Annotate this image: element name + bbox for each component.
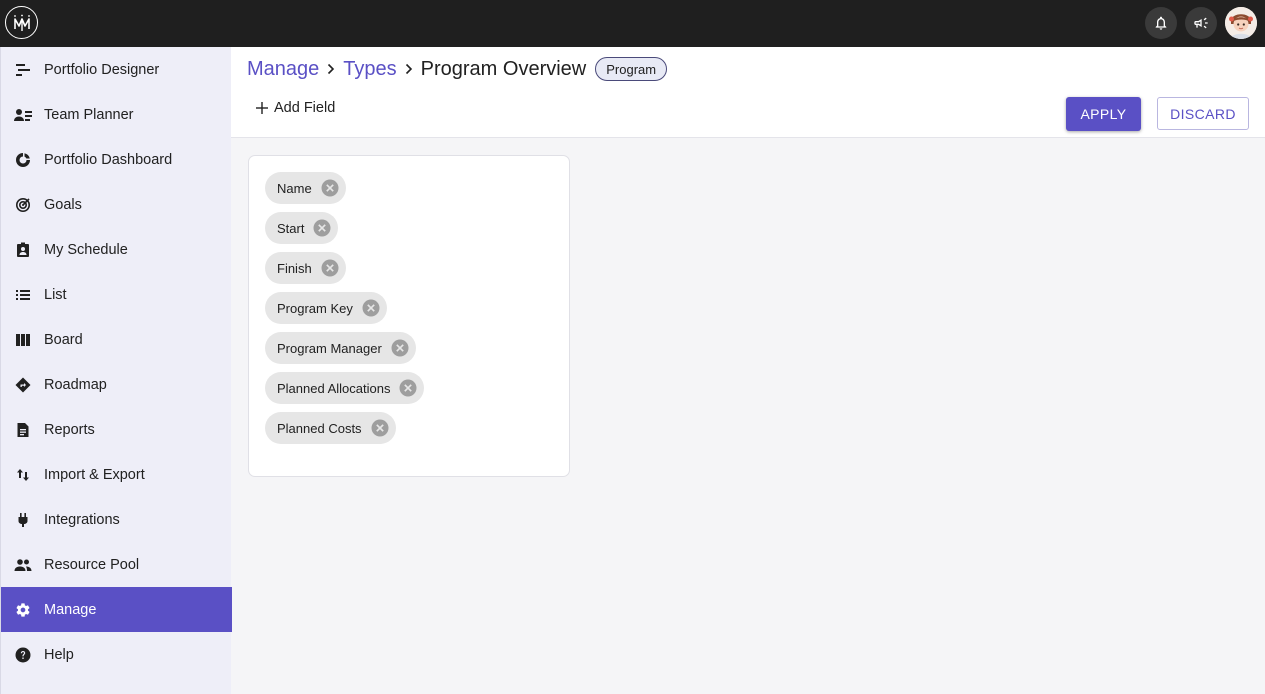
sidebar-item-portfolio-designer[interactable]: Portfolio Designer bbox=[1, 47, 232, 92]
breadcrumb-types[interactable]: Types bbox=[343, 58, 396, 81]
top-bar bbox=[0, 0, 1265, 47]
sidebar-item-label: Portfolio Designer bbox=[44, 61, 160, 78]
field-chip[interactable]: Program Key bbox=[265, 292, 387, 324]
schedule-icon bbox=[14, 241, 32, 259]
sidebar-item-label: Integrations bbox=[44, 511, 120, 528]
remove-icon[interactable] bbox=[398, 378, 418, 398]
breadcrumb-manage[interactable]: Manage bbox=[247, 58, 319, 81]
chevron-right-icon bbox=[404, 63, 414, 75]
people-icon bbox=[14, 556, 32, 574]
field-chip-label: Planned Allocations bbox=[277, 380, 391, 396]
page-header: Manage Types Program Overview Program Ad… bbox=[231, 47, 1265, 138]
field-chip-label: Start bbox=[277, 220, 305, 236]
add-field-button[interactable]: Add Field bbox=[256, 100, 335, 116]
report-icon bbox=[14, 421, 32, 439]
remove-icon[interactable] bbox=[312, 218, 332, 238]
board-icon bbox=[14, 331, 32, 349]
announcements-button[interactable] bbox=[1185, 7, 1217, 39]
sidebar-item-roadmap[interactable]: Roadmap bbox=[1, 362, 232, 407]
team-planner-icon bbox=[14, 106, 32, 124]
plus-icon bbox=[256, 102, 268, 114]
sidebar-item-label: Manage bbox=[44, 601, 97, 618]
sidebar-item-label: List bbox=[44, 286, 67, 303]
sidebar-item-resource-pool[interactable]: Resource Pool bbox=[1, 542, 232, 587]
sidebar-item-my-schedule[interactable]: My Schedule bbox=[1, 227, 232, 272]
apply-button[interactable]: APPLY bbox=[1066, 97, 1141, 131]
sidebar-item-import-export[interactable]: Import & Export bbox=[1, 452, 232, 497]
list-icon bbox=[14, 286, 32, 304]
breadcrumb: Manage Types Program Overview Program bbox=[247, 57, 668, 81]
sidebar-item-team-planner[interactable]: Team Planner bbox=[1, 92, 232, 137]
sidebar-item-board[interactable]: Board bbox=[1, 317, 232, 362]
sidebar-item-label: Import & Export bbox=[44, 466, 145, 483]
field-chip-label: Planned Costs bbox=[277, 420, 362, 436]
gear-icon bbox=[14, 601, 32, 619]
sidebar-item-label: Team Planner bbox=[44, 106, 134, 123]
user-avatar[interactable] bbox=[1225, 7, 1257, 39]
remove-icon[interactable] bbox=[390, 338, 410, 358]
sidebar-item-integrations[interactable]: Integrations bbox=[1, 497, 232, 542]
megaphone-icon bbox=[1193, 15, 1209, 31]
sidebar-item-label: Goals bbox=[44, 196, 82, 213]
sidebar-item-label: Resource Pool bbox=[44, 556, 140, 573]
import-export-icon bbox=[14, 466, 32, 484]
add-field-label: Add Field bbox=[274, 100, 336, 116]
sidebar-item-help[interactable]: Help bbox=[1, 632, 232, 677]
remove-icon[interactable] bbox=[370, 418, 390, 438]
sidebar-item-reports[interactable]: Reports bbox=[1, 407, 232, 452]
sidebar-item-label: Reports bbox=[44, 421, 95, 438]
logo-icon[interactable] bbox=[5, 6, 38, 39]
field-chip[interactable]: Start bbox=[265, 212, 339, 244]
field-chip-label: Finish bbox=[277, 260, 312, 276]
fields-card: Name Start Finish Program Key Program Ma… bbox=[248, 155, 570, 477]
bell-icon bbox=[1153, 15, 1169, 31]
help-icon bbox=[14, 646, 32, 664]
field-chip[interactable]: Planned Allocations bbox=[265, 372, 425, 404]
portfolio-designer-icon bbox=[14, 61, 32, 79]
sidebar-item-label: Portfolio Dashboard bbox=[44, 151, 173, 168]
remove-icon[interactable] bbox=[320, 178, 340, 198]
sidebar-item-label: My Schedule bbox=[44, 241, 128, 258]
field-chip-label: Name bbox=[277, 180, 312, 196]
field-chip[interactable]: Finish bbox=[265, 252, 346, 284]
type-badge: Program bbox=[595, 57, 668, 81]
sidebar-item-portfolio-dashboard[interactable]: Portfolio Dashboard bbox=[1, 137, 232, 182]
dashboard-icon bbox=[14, 151, 32, 169]
chevron-right-icon bbox=[326, 63, 336, 75]
roadmap-icon bbox=[14, 376, 32, 394]
remove-icon[interactable] bbox=[320, 258, 340, 278]
sidebar-item-label: Board bbox=[44, 331, 83, 348]
field-chip-label: Program Manager bbox=[277, 340, 382, 356]
sidebar-item-goals[interactable]: Goals bbox=[1, 182, 232, 227]
field-chip[interactable]: Program Manager bbox=[265, 332, 416, 364]
field-chip[interactable]: Planned Costs bbox=[265, 412, 396, 444]
sidebar-item-manage[interactable]: Manage bbox=[1, 587, 232, 632]
sidebar-item-label: Help bbox=[44, 646, 74, 663]
field-chip-label: Program Key bbox=[277, 300, 353, 316]
field-chip[interactable]: Name bbox=[265, 172, 346, 204]
sidebar-item-list[interactable]: List bbox=[1, 272, 232, 317]
notifications-button[interactable] bbox=[1145, 7, 1177, 39]
sidebar-item-label: Roadmap bbox=[44, 376, 107, 393]
discard-button[interactable]: DISCARD bbox=[1157, 97, 1249, 130]
page-title: Program Overview bbox=[420, 57, 587, 80]
remove-icon[interactable] bbox=[361, 298, 381, 318]
plug-icon bbox=[14, 511, 32, 529]
sidebar: Portfolio Designer Team Planner Portfoli… bbox=[0, 47, 232, 694]
target-icon bbox=[14, 196, 32, 214]
